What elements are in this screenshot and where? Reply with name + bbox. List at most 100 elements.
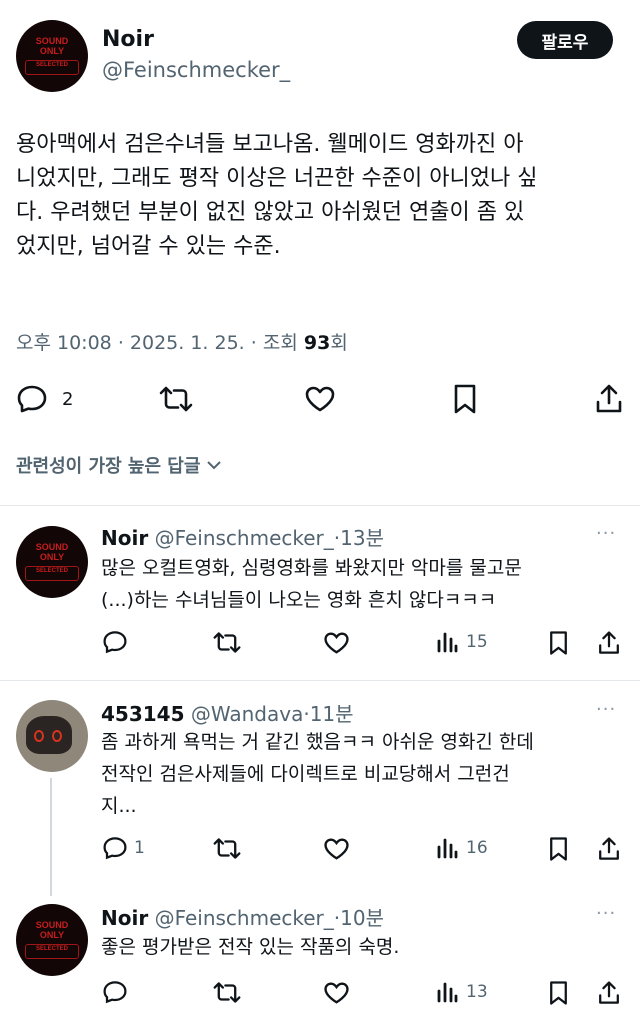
reply-author-handle[interactable]: @Feinschmecker_	[155, 526, 334, 550]
reply-avatar[interactable]	[16, 700, 88, 772]
reply-text-line: 많은 오컬트영화, 심령영화를 봐왔지만 악마를 물고문	[101, 557, 522, 579]
author-name[interactable]: Noir	[102, 27, 154, 52]
tweet-text-line: 다. 우려했던 부분이 없진 않았고 아쉬웠던 연출이 좀 있	[16, 200, 525, 225]
tweet-date[interactable]: 2025. 1. 25.	[130, 332, 245, 354]
meta-separator: ·	[250, 332, 257, 354]
retweet-button[interactable]	[158, 385, 194, 413]
tweet-text: 용아맥에서 검은수녀들 보고나옴. 웰메이드 영화까진 아 니었지만, 그래도 …	[16, 128, 624, 264]
reply-button[interactable]: 2	[16, 384, 73, 414]
share-button[interactable]	[597, 836, 621, 862]
retweet-icon	[158, 385, 194, 413]
bar-chart-icon	[436, 837, 458, 859]
tweet-text-line: 용아맥에서 검은수녀들 보고나옴. 웰메이드 영화까진 아	[16, 132, 524, 157]
reply-text: 많은 오컬트영화, 심령영화를 봐왔지만 악마를 물고문 (...)하는 수녀님…	[101, 552, 626, 616]
reply-sort-selector[interactable]: 관련성이 가장 높은 답글	[16, 452, 222, 478]
reply-icon	[102, 980, 128, 1004]
share-button[interactable]	[594, 383, 624, 415]
reply-header: Noir @Feinschmecker_·13분	[101, 522, 384, 551]
reply-text: 좀 과하게 욕먹는 거 같긴 했음ㅋㅋ 아쉬운 영화긴 한데 전작인 검은사제들…	[101, 726, 631, 822]
views-button[interactable]: 13	[436, 981, 488, 1003]
avatar-text-bottom: SELECTED	[35, 568, 68, 574]
bookmark-button[interactable]	[452, 383, 478, 415]
reply-time[interactable]: 11분	[310, 702, 354, 726]
avatar-text-bottom: SELECTED	[35, 62, 68, 68]
meta-separator: ·	[117, 332, 124, 354]
views-count: 93	[303, 332, 331, 354]
avatar-text-bottom: SELECTED	[35, 946, 68, 952]
heart-icon	[323, 837, 350, 861]
bookmark-button[interactable]	[548, 630, 569, 656]
reply-button[interactable]	[102, 630, 128, 654]
heart-icon	[304, 385, 336, 413]
reply-author-name[interactable]: 453145	[101, 702, 185, 726]
reply-time[interactable]: 10분	[340, 906, 384, 930]
retweet-button[interactable]	[212, 631, 242, 654]
tweet-time[interactable]: 오후 10:08	[16, 332, 112, 354]
thread-connector	[50, 778, 52, 896]
reply-author-handle[interactable]: @Feinschmecker_	[155, 906, 334, 930]
share-button[interactable]	[597, 980, 621, 1006]
more-options-icon[interactable]: ···	[596, 523, 616, 544]
share-icon	[597, 836, 621, 862]
tweet-text-line: 었지만, 넘어갈 수 있는 수준.	[16, 234, 281, 259]
avatar-eye	[52, 730, 62, 742]
bookmark-icon	[452, 383, 478, 415]
views-count: 16	[466, 838, 488, 858]
reply-icon	[102, 836, 128, 860]
retweet-icon	[212, 837, 242, 860]
share-icon	[597, 630, 621, 656]
avatar-text-top: SOUND ONLY	[35, 36, 69, 56]
bookmark-button[interactable]	[548, 836, 569, 862]
reply-sort-label: 관련성이 가장 높은 답글	[16, 456, 201, 477]
more-options-icon[interactable]: ···	[596, 903, 616, 924]
section-divider	[0, 505, 640, 506]
bar-chart-icon	[436, 981, 458, 1003]
like-button[interactable]	[323, 631, 350, 655]
reply-text-line: 지...	[101, 795, 137, 817]
retweet-button[interactable]	[212, 837, 242, 860]
reply-count: 1	[134, 838, 145, 858]
avatar-text-top: SOUND ONLY	[35, 920, 69, 940]
reply-author-name[interactable]: Noir	[101, 906, 148, 930]
views-suffix: 회	[330, 332, 348, 354]
reply-text: 좋은 평가받은 전작 있는 작품의 숙명.	[101, 931, 626, 963]
reply-author-name[interactable]: Noir	[101, 526, 148, 550]
more-options-icon[interactable]: ···	[596, 699, 616, 720]
reply-author-handle[interactable]: @Wandava	[191, 702, 303, 726]
like-button[interactable]	[323, 837, 350, 861]
reply-icon	[102, 630, 128, 654]
reply-icon	[16, 384, 48, 414]
reply-button[interactable]: 1	[102, 836, 145, 860]
bookmark-icon	[548, 836, 569, 862]
reply-button[interactable]	[102, 980, 128, 1004]
reply-avatar[interactable]: SOUND ONLY SELECTED	[16, 526, 88, 598]
share-icon	[597, 980, 621, 1006]
follow-button[interactable]: 팔로우	[517, 21, 613, 59]
avatar-figure	[26, 716, 72, 754]
like-button[interactable]	[323, 981, 350, 1005]
chevron-down-icon	[206, 455, 222, 476]
reply-count: 2	[62, 388, 74, 410]
heart-icon	[323, 981, 350, 1005]
author-avatar[interactable]: SOUND ONLY SELECTED	[16, 20, 88, 92]
author-handle[interactable]: @Feinschmecker_	[102, 58, 290, 82]
avatar-text-top: SOUND ONLY	[35, 542, 69, 562]
heart-icon	[323, 631, 350, 655]
tweet-meta: 오후 10:08 · 2025. 1. 25. · 조회 93회	[16, 328, 348, 355]
reply-text-line: 전작인 검은사제들에 다이렉트로 비교당해서 그런건	[101, 763, 510, 785]
reply-avatar[interactable]: SOUND ONLY SELECTED	[16, 904, 88, 976]
share-icon	[594, 383, 624, 415]
views-button[interactable]: 15	[436, 631, 488, 653]
bookmark-icon	[548, 630, 569, 656]
reply-time[interactable]: 13분	[340, 526, 384, 550]
retweet-button[interactable]	[212, 981, 242, 1004]
reply-divider	[0, 680, 640, 681]
reply-text-line: 좀 과하게 욕먹는 거 같긴 했음ㅋㅋ 아쉬운 영화긴 한데	[101, 731, 534, 753]
share-button[interactable]	[597, 630, 621, 656]
views-count: 13	[466, 982, 488, 1002]
views-button[interactable]: 16	[436, 837, 488, 859]
tweet-text-line: 니었지만, 그래도 평작 이상은 너끈한 수준이 아니었나 싶	[16, 166, 538, 191]
bookmark-button[interactable]	[548, 980, 569, 1006]
like-button[interactable]	[304, 385, 336, 413]
reply-header: Noir @Feinschmecker_·10분	[101, 902, 384, 931]
